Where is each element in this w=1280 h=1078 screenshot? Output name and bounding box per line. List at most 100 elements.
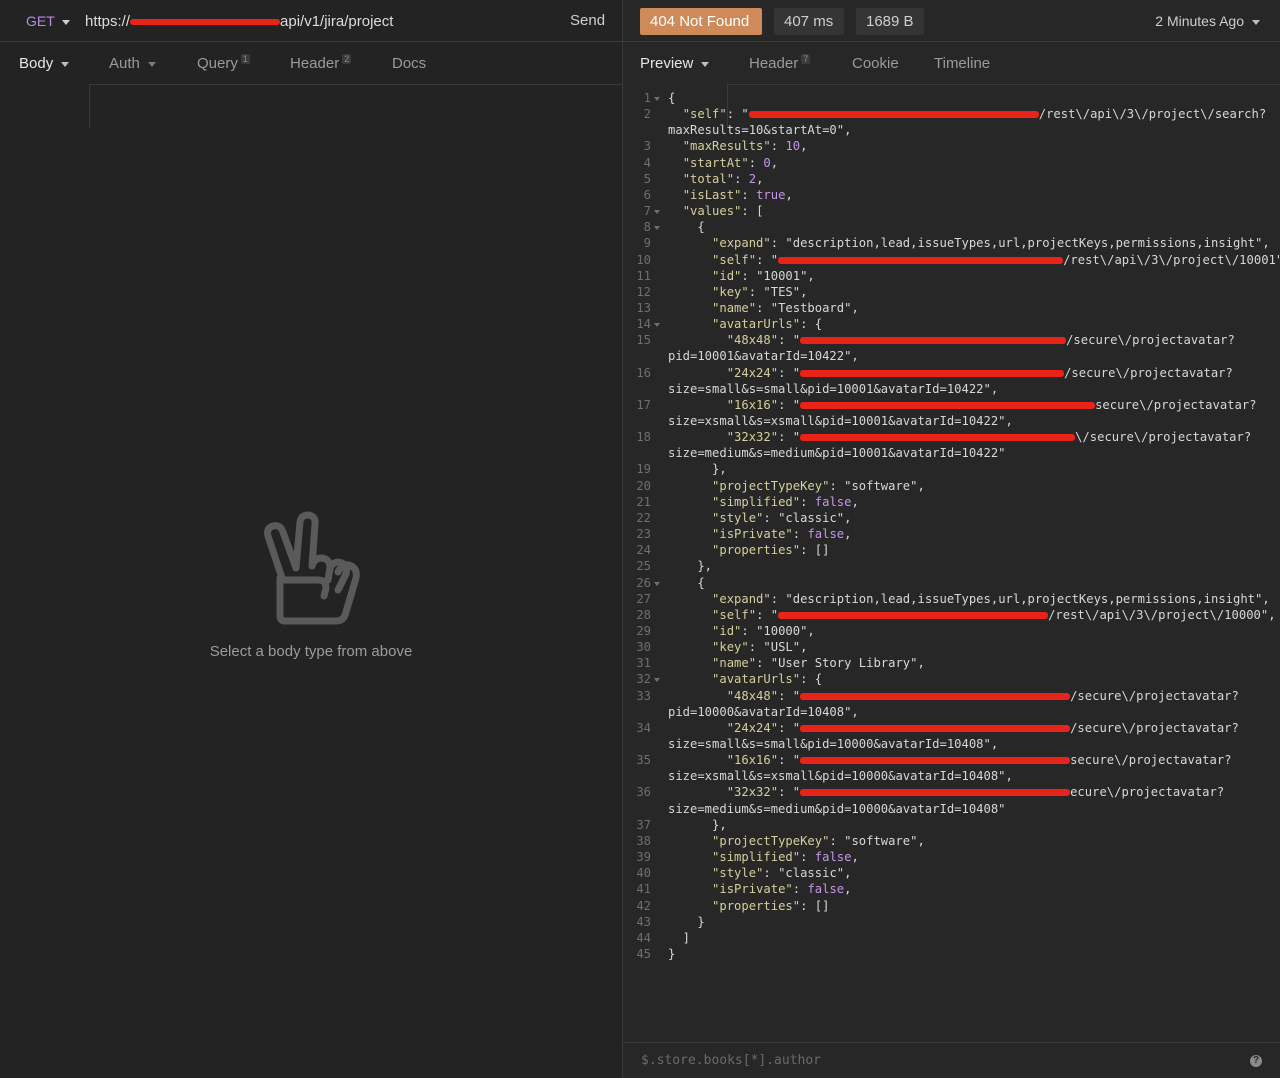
redaction-mark bbox=[800, 369, 1065, 377]
code-line: "simplified": false, bbox=[712, 850, 859, 865]
line-number: 19 bbox=[636, 462, 651, 477]
line-number: 8 bbox=[643, 220, 651, 235]
fold-toggle-icon[interactable] bbox=[654, 323, 660, 328]
code-line: "isLast": true, bbox=[682, 187, 793, 202]
code-line: "maxResults": 10, bbox=[682, 139, 808, 154]
method-selector[interactable]: GET bbox=[26, 13, 55, 29]
tab-label: Query bbox=[197, 55, 238, 72]
code-line: "properties": [] bbox=[712, 898, 830, 913]
fold-toggle-icon[interactable] bbox=[654, 581, 660, 586]
code-line: size=xsmall&s=xsmall&pid=10000&avatarId=… bbox=[668, 769, 1013, 784]
history-label: 2 Minutes Ago bbox=[1155, 13, 1244, 29]
line-number: 15 bbox=[636, 333, 651, 348]
code-line: "48x48": "/secure\/projectavatar? bbox=[726, 688, 1239, 703]
line-number: 1 bbox=[643, 91, 651, 105]
response-tabs: Preview Header 7 Cookie Timeline bbox=[623, 42, 1280, 128]
line-number: 4 bbox=[643, 155, 651, 170]
line-number: 32 bbox=[636, 672, 651, 687]
code-line: } bbox=[668, 914, 705, 929]
line-number: 26 bbox=[636, 575, 651, 590]
redaction-mark bbox=[800, 724, 1071, 732]
line-number: 42 bbox=[636, 898, 651, 913]
redaction-mark bbox=[800, 401, 1096, 409]
tab-label: Header bbox=[290, 55, 340, 72]
code-line: "style": "classic", bbox=[712, 510, 852, 525]
chevron-down-icon bbox=[61, 61, 70, 67]
response-size-badge: 1689 B bbox=[856, 8, 924, 35]
line-number: 24 bbox=[636, 543, 651, 558]
line-number: 16 bbox=[636, 365, 651, 380]
line-number: 2 bbox=[643, 107, 651, 122]
tab-auth[interactable]: Auth bbox=[109, 55, 156, 72]
code-line: "id": "10000", bbox=[712, 623, 815, 638]
chevron-down-icon bbox=[147, 61, 156, 67]
line-number: 23 bbox=[636, 527, 651, 542]
code-line: "24x24": "/secure\/projectavatar? bbox=[726, 720, 1239, 735]
line-number: 20 bbox=[636, 478, 651, 493]
help-icon[interactable]: ? bbox=[1250, 1055, 1262, 1067]
line-number: 9 bbox=[643, 236, 651, 251]
code-line: "id": "10001", bbox=[712, 268, 815, 283]
redaction-mark bbox=[778, 611, 1049, 619]
body-tab-box bbox=[0, 84, 90, 128]
url-input[interactable]: https:// api/v1/jira/project bbox=[85, 13, 393, 30]
tab-response-header[interactable]: Header 7 bbox=[749, 54, 811, 72]
request-tabs: Body Auth Query 1 Header 2 Docs bbox=[0, 42, 622, 128]
code-line: pid=10001&avatarId=10422", bbox=[668, 349, 859, 364]
code-line: "expand": "description,lead,issueTypes,u… bbox=[712, 591, 1270, 606]
tab-label: Docs bbox=[392, 55, 427, 72]
line-number: 25 bbox=[636, 559, 651, 574]
code-line: "name": "Testboard", bbox=[712, 300, 859, 315]
code-line: size=medium&s=medium&pid=10001&avatarId=… bbox=[668, 446, 1006, 461]
code-line: size=medium&s=medium&pid=10000&avatarId=… bbox=[668, 801, 1006, 816]
redaction-mark bbox=[800, 434, 1076, 442]
fold-toggle-icon[interactable] bbox=[654, 210, 660, 215]
tab-header[interactable]: Header 2 bbox=[290, 54, 352, 72]
count-badge: 7 bbox=[801, 54, 811, 64]
response-pane: 404 Not Found 407 ms 1689 B 2 Minutes Ag… bbox=[623, 0, 1280, 1078]
line-number: 14 bbox=[636, 317, 651, 332]
tab-timeline[interactable]: Timeline bbox=[934, 55, 990, 72]
fold-toggle-icon[interactable] bbox=[654, 97, 660, 101]
code-line: "24x24": "/secure\/projectavatar? bbox=[726, 365, 1233, 380]
response-body-viewer[interactable]: 1 {2 "self": "/rest\/api\/3\/project\/sea… bbox=[623, 90, 1280, 1040]
code-line: "self": "/rest\/api\/3\/project\/10001", bbox=[712, 252, 1280, 267]
line-number: 44 bbox=[636, 930, 651, 945]
tab-label: Cookie bbox=[852, 55, 899, 72]
fold-toggle-icon[interactable] bbox=[654, 226, 660, 231]
history-dropdown[interactable]: 2 Minutes Ago bbox=[1155, 13, 1260, 29]
line-number: 40 bbox=[636, 866, 651, 881]
redaction-mark bbox=[800, 692, 1071, 700]
url-prefix: https:// bbox=[85, 13, 131, 30]
tab-docs[interactable]: Docs bbox=[392, 55, 426, 72]
code-line: "avatarUrls": { bbox=[712, 317, 823, 332]
code-line: "values": [ bbox=[682, 204, 764, 219]
code-line: "self": "/rest\/api\/3\/project\/10000", bbox=[712, 607, 1276, 622]
tab-body[interactable]: Body bbox=[19, 55, 70, 72]
tab-query[interactable]: Query 1 bbox=[197, 54, 250, 72]
filter-bar: ? bbox=[623, 1042, 1280, 1078]
redaction-mark bbox=[778, 256, 1064, 264]
tab-preview[interactable]: Preview bbox=[640, 55, 710, 72]
response-status-bar: 404 Not Found 407 ms 1689 B 2 Minutes Ag… bbox=[623, 0, 1280, 42]
redaction-mark bbox=[748, 111, 1039, 119]
tab-label: Header bbox=[749, 55, 799, 72]
line-number: 38 bbox=[636, 833, 651, 848]
line-number: 3 bbox=[643, 139, 651, 154]
tab-cookie[interactable]: Cookie bbox=[852, 55, 899, 72]
tab-label: Auth bbox=[109, 55, 140, 72]
send-button[interactable]: Send bbox=[570, 12, 605, 29]
line-number: 37 bbox=[636, 817, 651, 832]
code-line: { bbox=[668, 575, 705, 590]
line-number: 33 bbox=[636, 688, 651, 703]
line-number: 30 bbox=[636, 640, 651, 655]
code-line: }, bbox=[668, 462, 727, 477]
line-number: 29 bbox=[636, 623, 651, 638]
redaction-mark bbox=[800, 789, 1071, 797]
code-line: "isPrivate": false, bbox=[712, 527, 852, 542]
line-number: 21 bbox=[636, 494, 651, 509]
code-line: "32x32": " ecure\/projectavatar? bbox=[726, 785, 1225, 800]
jsonpath-filter-input[interactable] bbox=[639, 1052, 1223, 1069]
chevron-down-icon[interactable] bbox=[62, 20, 70, 25]
fold-toggle-icon[interactable] bbox=[654, 678, 660, 683]
